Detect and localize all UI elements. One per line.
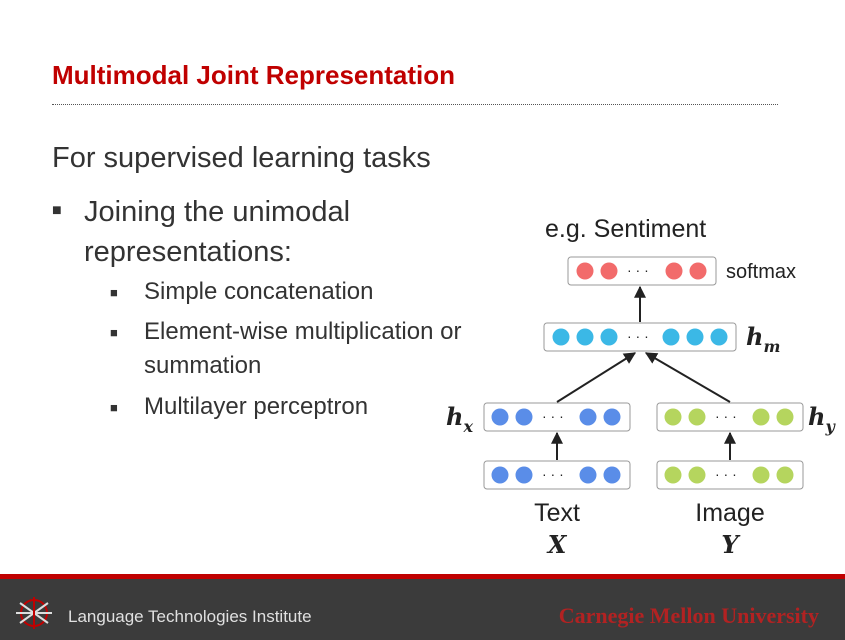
text-var-label: X: [546, 530, 568, 559]
output-label: e.g. Sentiment: [545, 215, 706, 243]
image-label: Image: [695, 499, 764, 527]
hy-label: hy: [808, 402, 836, 436]
hx-label: hx: [446, 402, 473, 436]
lti-logo-icon: [16, 597, 52, 629]
image-var-label: Y: [721, 530, 741, 559]
joint-layer-hm: · · ·: [543, 322, 737, 352]
intro-text: For supervised learning tasks: [52, 142, 431, 174]
svg-text:· · ·: · · ·: [627, 262, 649, 278]
footer-institute-name: Language Technologies Institute: [68, 607, 312, 626]
bullet-square-icon: ■: [110, 400, 118, 415]
image-input-layer: · · ·: [656, 460, 804, 490]
text-input-layer: · · ·: [483, 460, 631, 490]
image-hidden-layer-hy: · · ·: [656, 402, 804, 432]
text-label: Text: [534, 499, 580, 527]
arrow-hy-to-hm: [644, 352, 731, 403]
softmax-label: softmax: [726, 261, 796, 283]
svg-text:· · ·: · · ·: [542, 466, 564, 482]
svg-text:· · ·: · · ·: [627, 328, 649, 344]
svg-text:· · ·: · · ·: [715, 408, 737, 424]
joint-representation-diagram: e.g. Sentiment · · · softmax · · · hm · …: [446, 215, 836, 559]
slide-title: Multimodal Joint Representation: [52, 60, 456, 90]
softmax-layer: · · ·: [567, 256, 717, 286]
arrow-hx-to-hm: [556, 352, 637, 403]
bullet-square-icon: ■: [110, 325, 118, 340]
bullet-square-icon: ■: [52, 202, 62, 219]
main-bullet-text: Joining the unimodal representations:: [84, 196, 351, 268]
text-hidden-layer-hx: · · ·: [483, 402, 631, 432]
title-divider: [52, 104, 778, 105]
bullet-square-icon: ■: [110, 285, 118, 300]
svg-text:· · ·: · · ·: [542, 408, 564, 424]
footer-university-name: Carnegie Mellon University: [558, 603, 819, 628]
svg-text:· · ·: · · ·: [715, 466, 737, 482]
footer-bar: Language Technologies Institute Carnegie…: [0, 574, 845, 640]
hm-label: hm: [746, 322, 780, 356]
